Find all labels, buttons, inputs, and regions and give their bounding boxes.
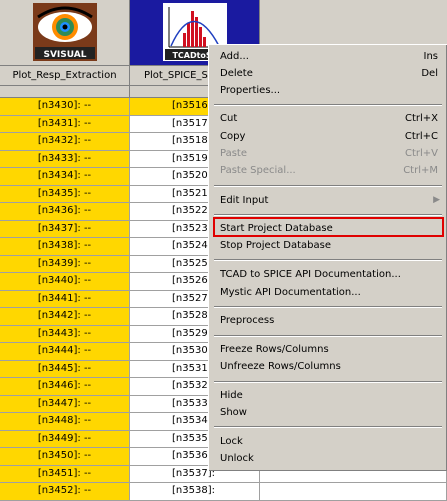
menu-item-lock[interactable]: Lock bbox=[212, 433, 444, 450]
menu-item-paste-special[interactable]: Paste Special... Ctrl+M bbox=[212, 162, 444, 179]
menu-label: Copy bbox=[220, 131, 246, 142]
menu-label: Unfreeze Rows/Columns bbox=[220, 361, 341, 372]
empty-cell[interactable] bbox=[260, 483, 447, 501]
menu-item-properties[interactable]: Properties... bbox=[212, 82, 444, 99]
menu-label: Paste Special... bbox=[220, 165, 296, 176]
menu-shortcut: Del bbox=[421, 68, 438, 79]
node-cell[interactable]: [n3446]: -- bbox=[0, 378, 130, 396]
menu-separator bbox=[214, 185, 442, 187]
table-row: [n3452]: -- [n3538]: bbox=[0, 483, 447, 501]
highlight-box bbox=[213, 217, 444, 237]
menu-label: Show bbox=[220, 407, 247, 418]
node-cell[interactable]: [n3452]: -- bbox=[0, 483, 130, 501]
menu-item-freeze-rows-columns[interactable]: Freeze Rows/Columns bbox=[212, 341, 444, 358]
node-cell[interactable]: [n3447]: -- bbox=[0, 395, 130, 413]
node-cell[interactable]: [n3443]: -- bbox=[0, 325, 130, 343]
menu-label: Cut bbox=[220, 113, 238, 124]
menu-item-tcad-api-doc[interactable]: TCAD to SPICE API Documentation... bbox=[212, 266, 444, 283]
node-cell[interactable]: [n3439]: -- bbox=[0, 255, 130, 273]
menu-item-preprocess[interactable]: Preprocess bbox=[212, 312, 444, 329]
node-cell[interactable]: [n3448]: -- bbox=[0, 413, 130, 431]
menu-separator bbox=[214, 104, 442, 106]
node-cell[interactable]: [n3440]: -- bbox=[0, 273, 130, 291]
node-cell[interactable]: [n3450]: -- bbox=[0, 448, 130, 466]
column-name-plot-resp-extraction[interactable]: Plot_Resp_Extraction bbox=[0, 66, 130, 86]
node-cell[interactable]: [n3435]: -- bbox=[0, 185, 130, 203]
menu-label: Mystic API Documentation... bbox=[220, 287, 361, 298]
menu-item-show[interactable]: Show bbox=[212, 404, 444, 421]
menu-label: Properties... bbox=[220, 85, 281, 96]
menu-item-delete[interactable]: Delete Del bbox=[212, 65, 444, 82]
node-cell[interactable]: [n3444]: -- bbox=[0, 343, 130, 361]
menu-shortcut: Ctrl+C bbox=[404, 131, 438, 142]
menu-label: Add... bbox=[220, 51, 249, 62]
header-spacer bbox=[0, 86, 130, 98]
menu-label: Edit Input bbox=[220, 195, 269, 206]
menu-separator bbox=[214, 381, 442, 383]
submenu-arrow-icon: ▶ bbox=[433, 195, 440, 205]
node-cell[interactable]: [n3437]: -- bbox=[0, 220, 130, 238]
menu-label: Delete bbox=[220, 68, 253, 79]
node-cell[interactable]: [n3432]: -- bbox=[0, 133, 130, 151]
menu-item-cut[interactable]: Cut Ctrl+X bbox=[212, 110, 444, 127]
menu-label: Lock bbox=[220, 436, 243, 447]
menu-item-copy[interactable]: Copy Ctrl+C bbox=[212, 128, 444, 145]
node-cell[interactable]: [n3451]: -- bbox=[0, 465, 130, 483]
menu-separator bbox=[214, 426, 442, 428]
menu-label: Paste bbox=[220, 148, 247, 159]
menu-item-add[interactable]: Add... Ins bbox=[212, 48, 444, 65]
menu-separator bbox=[214, 259, 442, 261]
node-cell[interactable]: [n3438]: -- bbox=[0, 238, 130, 256]
svisual-logo-icon: SVISUAL bbox=[33, 3, 97, 61]
menu-shortcut: Ctrl+M bbox=[403, 165, 438, 176]
node-cell[interactable]: [n3449]: -- bbox=[0, 430, 130, 448]
menu-shortcut: Ins bbox=[423, 51, 439, 62]
menu-label: Stop Project Database bbox=[220, 240, 332, 251]
node-cell[interactable]: [n3430]: -- bbox=[0, 98, 130, 116]
menu-item-paste[interactable]: Paste Ctrl+V bbox=[212, 145, 444, 162]
menu-shortcut: Ctrl+X bbox=[404, 113, 438, 124]
node-cell[interactable]: [n3538]: bbox=[130, 483, 260, 501]
menu-separator bbox=[214, 214, 442, 216]
menu-item-edit-input[interactable]: Edit Input ▶ bbox=[212, 192, 444, 209]
menu-separator bbox=[214, 306, 442, 308]
menu-item-unfreeze-rows-columns[interactable]: Unfreeze Rows/Columns bbox=[212, 358, 444, 375]
menu-label: Unlock bbox=[220, 453, 254, 464]
node-cell[interactable]: [n3433]: -- bbox=[0, 150, 130, 168]
menu-label: TCAD to SPICE API Documentation... bbox=[220, 269, 401, 280]
menu-shortcut: Ctrl+V bbox=[404, 148, 438, 159]
menu-label: Hide bbox=[220, 390, 243, 401]
node-cell[interactable]: [n3441]: -- bbox=[0, 290, 130, 308]
context-menu: Add... Ins Delete Del Properties... Cut … bbox=[208, 44, 447, 471]
node-cell[interactable]: [n3436]: -- bbox=[0, 203, 130, 221]
menu-item-hide[interactable]: Hide bbox=[212, 387, 444, 404]
node-cell[interactable]: [n3445]: -- bbox=[0, 360, 130, 378]
node-cell[interactable]: [n3431]: -- bbox=[0, 115, 130, 133]
menu-separator bbox=[214, 335, 442, 337]
menu-item-unlock[interactable]: Unlock bbox=[212, 450, 444, 467]
svisual-logo-text: SVISUAL bbox=[43, 50, 86, 60]
menu-label: Freeze Rows/Columns bbox=[220, 344, 329, 355]
node-cell[interactable]: [n3442]: -- bbox=[0, 308, 130, 326]
tool-header-svisual[interactable]: SVISUAL bbox=[0, 0, 130, 66]
menu-item-stop-project-database[interactable]: Stop Project Database bbox=[212, 237, 444, 254]
node-cell[interactable]: [n3434]: -- bbox=[0, 168, 130, 186]
menu-item-mystic-api-doc[interactable]: Mystic API Documentation... bbox=[212, 284, 444, 301]
menu-label: Preprocess bbox=[220, 315, 275, 326]
